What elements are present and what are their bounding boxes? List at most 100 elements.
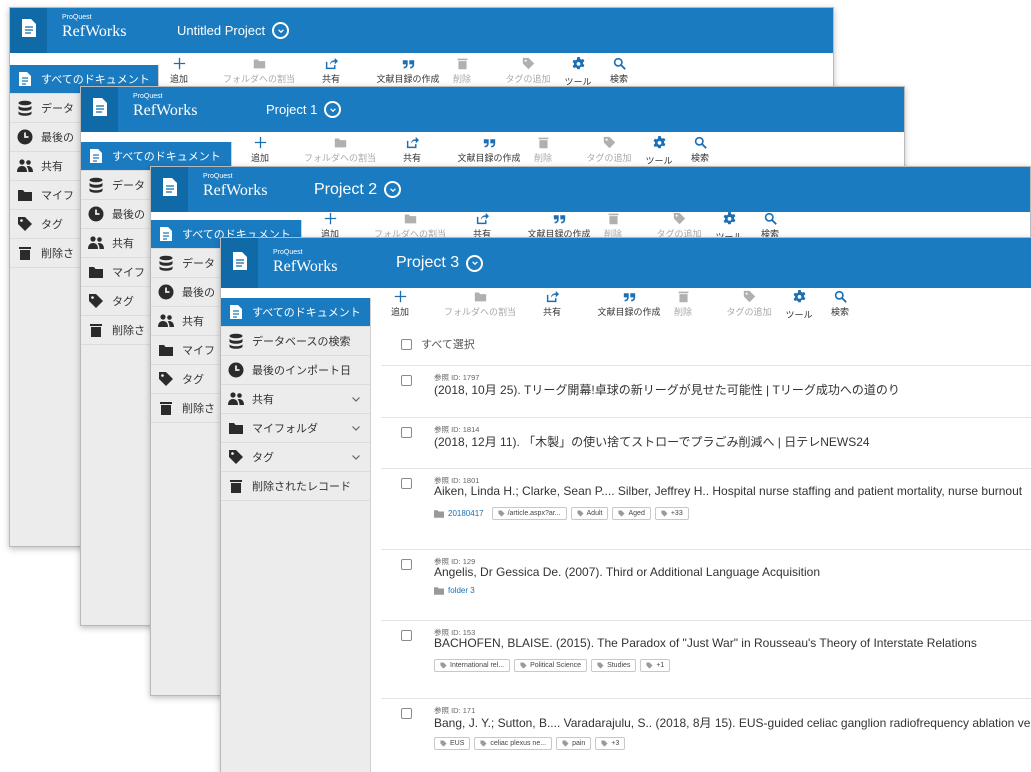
sidebar-item-folder[interactable]: マイフォルダ: [221, 414, 370, 443]
tag-chip[interactable]: celiac plexus ne...: [474, 737, 553, 750]
toolbar-search-button[interactable]: 検索: [759, 209, 781, 240]
sidebar-item-label: 共有: [182, 316, 204, 328]
tag-chip[interactable]: Studies: [591, 659, 637, 672]
document-icon: [21, 19, 37, 42]
documents-menu-button[interactable]: [151, 167, 188, 212]
document-checkbox[interactable]: [401, 427, 412, 438]
toolbar-search-button[interactable]: 検索: [689, 133, 711, 164]
tag-label: Adult: [586, 510, 603, 517]
toolbar-folder-button[interactable]: フォルダへの割当: [300, 133, 380, 164]
toolbar-folder-button[interactable]: フォルダへの割当: [370, 209, 450, 240]
tag-chip[interactable]: +1: [640, 659, 671, 672]
tag-chip[interactable]: EUS: [434, 737, 471, 750]
document-title[interactable]: (2018, 10月 25). Tリーグ開幕!卓球の新リーグが見せた可能性 | …: [434, 381, 900, 398]
document-checkbox[interactable]: [401, 478, 412, 489]
toolbar-label: 共有: [542, 307, 561, 317]
toolbar-search-button[interactable]: 検索: [829, 287, 851, 318]
chevron-down-icon[interactable]: [466, 254, 484, 272]
document-row[interactable]: 参照 ID: 171 Bang, J. Y.; Sutton, B.... Var…: [381, 698, 1031, 759]
project-title[interactable]: Project 2: [314, 167, 402, 212]
chevron-down-icon[interactable]: [324, 101, 342, 118]
document-checkbox[interactable]: [401, 559, 412, 570]
chevron-down-icon[interactable]: [384, 181, 402, 198]
toolbar-plus-button[interactable]: 追加: [249, 133, 271, 164]
toolbar-trash-button[interactable]: 削除: [532, 133, 554, 164]
chevron-down-icon[interactable]: [351, 423, 361, 433]
sidebar-item-label: 共有: [112, 238, 134, 250]
toolbar-plus-button[interactable]: 追加: [319, 209, 341, 240]
toolbar-quote-button[interactable]: 文献目録の作成: [373, 54, 443, 85]
users-icon: [228, 391, 244, 407]
toolbar-tag-button[interactable]: タグの追加: [579, 133, 639, 164]
project-title[interactable]: Project 3: [396, 238, 484, 288]
document-checkbox[interactable]: [401, 630, 412, 641]
project-title[interactable]: Project 1: [266, 87, 342, 132]
select-all[interactable]: すべて選択: [401, 336, 475, 352]
document-row[interactable]: 参照 ID: 1797 (2018, 10月 25). Tリーグ開幕!卓球の新リー…: [381, 365, 1031, 418]
select-all-checkbox[interactable]: [401, 338, 412, 350]
document-checkbox[interactable]: [401, 375, 412, 386]
tag-chip[interactable]: +3: [595, 737, 626, 750]
document-row[interactable]: 参照 ID: 129 Angelis, Dr Gessica De. (2007)…: [381, 549, 1031, 621]
folder-link[interactable]: 20180417: [434, 509, 484, 518]
toolbar-search-button[interactable]: 検索: [608, 54, 630, 85]
toolbar-share-button[interactable]: 共有: [541, 287, 563, 318]
refworks-logo[interactable]: ProQuest RefWorks: [133, 93, 197, 119]
documents-menu-button[interactable]: [221, 238, 258, 288]
toolbar-plus-button[interactable]: 追加: [168, 54, 190, 85]
sidebar-item-tag[interactable]: タグ: [221, 443, 370, 472]
toolbar-tag-button[interactable]: タグの追加: [498, 54, 558, 85]
toolbar-share-button[interactable]: 共有: [471, 209, 493, 240]
documents-menu-button[interactable]: [81, 87, 118, 132]
document-title[interactable]: Angelis, Dr Gessica De. (2007). Third or…: [434, 565, 820, 579]
toolbar-gear-button[interactable]: ツール: [639, 133, 679, 167]
folder-link[interactable]: folder 3: [434, 586, 475, 595]
tag-chip[interactable]: /article.aspx?ar...: [491, 507, 567, 520]
tag-chip[interactable]: Adult: [570, 507, 609, 520]
sidebar-item-users[interactable]: 共有: [221, 385, 370, 414]
project-title[interactable]: Untitled Project: [177, 8, 290, 53]
tag-chip[interactable]: Political Science: [514, 659, 588, 672]
document-row[interactable]: 参照 ID: 153 BACHOFEN, BLAISE. (2015). The …: [381, 620, 1031, 699]
sidebar-item-clock[interactable]: 最後のインポート日: [221, 356, 370, 385]
chevron-down-icon[interactable]: [351, 452, 361, 462]
toolbar-trash-button[interactable]: 削除: [451, 54, 473, 85]
toolbar-trash-button[interactable]: 削除: [672, 287, 694, 318]
sidebar-item-label: マイフ: [112, 267, 145, 279]
document-title[interactable]: BACHOFEN, BLAISE. (2015). The Paradox of…: [434, 636, 977, 650]
toolbar-quote-button[interactable]: 文献目録の作成: [524, 209, 594, 240]
refworks-logo[interactable]: ProQuest RefWorks: [203, 173, 267, 199]
documents-menu-button[interactable]: [10, 8, 47, 53]
toolbar-quote-button[interactable]: 文献目録の作成: [594, 287, 664, 318]
document-title[interactable]: Bang, J. Y.; Sutton, B.... Varadarajulu,…: [434, 714, 1030, 731]
toolbar-plus-button[interactable]: 追加: [389, 287, 411, 318]
tag-chip[interactable]: International rel...: [434, 659, 511, 672]
sidebar-item-document[interactable]: すべてのドキュメント: [221, 298, 370, 327]
toolbar-tag-button[interactable]: タグの追加: [649, 209, 709, 240]
chevron-down-icon[interactable]: [272, 22, 290, 39]
document-row[interactable]: 参照 ID: 1814 (2018, 12月 11). 「木製」の使い捨てストロー…: [381, 417, 1031, 469]
document-checkbox[interactable]: [401, 708, 412, 719]
refworks-logo[interactable]: ProQuest RefWorks: [273, 249, 337, 275]
tag-icon: [440, 662, 450, 669]
trash-icon: [158, 400, 174, 416]
toolbar-trash-button[interactable]: 削除: [602, 209, 624, 240]
toolbar-folder-button[interactable]: フォルダへの割当: [440, 287, 520, 318]
tag-chip[interactable]: +33: [654, 507, 689, 520]
toolbar-quote-button[interactable]: 文献目録の作成: [454, 133, 524, 164]
document-row[interactable]: 参照 ID: 1801 Aiken, Linda H.; Clarke, Sean…: [381, 468, 1031, 550]
toolbar-folder-button[interactable]: フォルダへの割当: [219, 54, 299, 85]
tag-chip[interactable]: Aged: [612, 507, 651, 520]
chevron-down-icon[interactable]: [351, 394, 361, 404]
sidebar-item-trash[interactable]: 削除されたレコード: [221, 472, 370, 501]
sidebar-item-database[interactable]: データベースの検索: [221, 327, 370, 356]
document-title[interactable]: Aiken, Linda H.; Clarke, Sean P.... Silb…: [434, 484, 1022, 498]
tag-chip[interactable]: pain: [556, 737, 592, 750]
toolbar-share-button[interactable]: 共有: [320, 54, 342, 85]
toolbar-gear-button[interactable]: ツール: [779, 287, 819, 321]
toolbar-tag-button[interactable]: タグの追加: [719, 287, 779, 318]
toolbar-share-button[interactable]: 共有: [401, 133, 423, 164]
toolbar-gear-button[interactable]: ツール: [558, 54, 598, 88]
refworks-logo[interactable]: ProQuest RefWorks: [62, 14, 126, 40]
document-title[interactable]: (2018, 12月 11). 「木製」の使い捨てストローでプラごみ削減へ | …: [434, 433, 870, 450]
